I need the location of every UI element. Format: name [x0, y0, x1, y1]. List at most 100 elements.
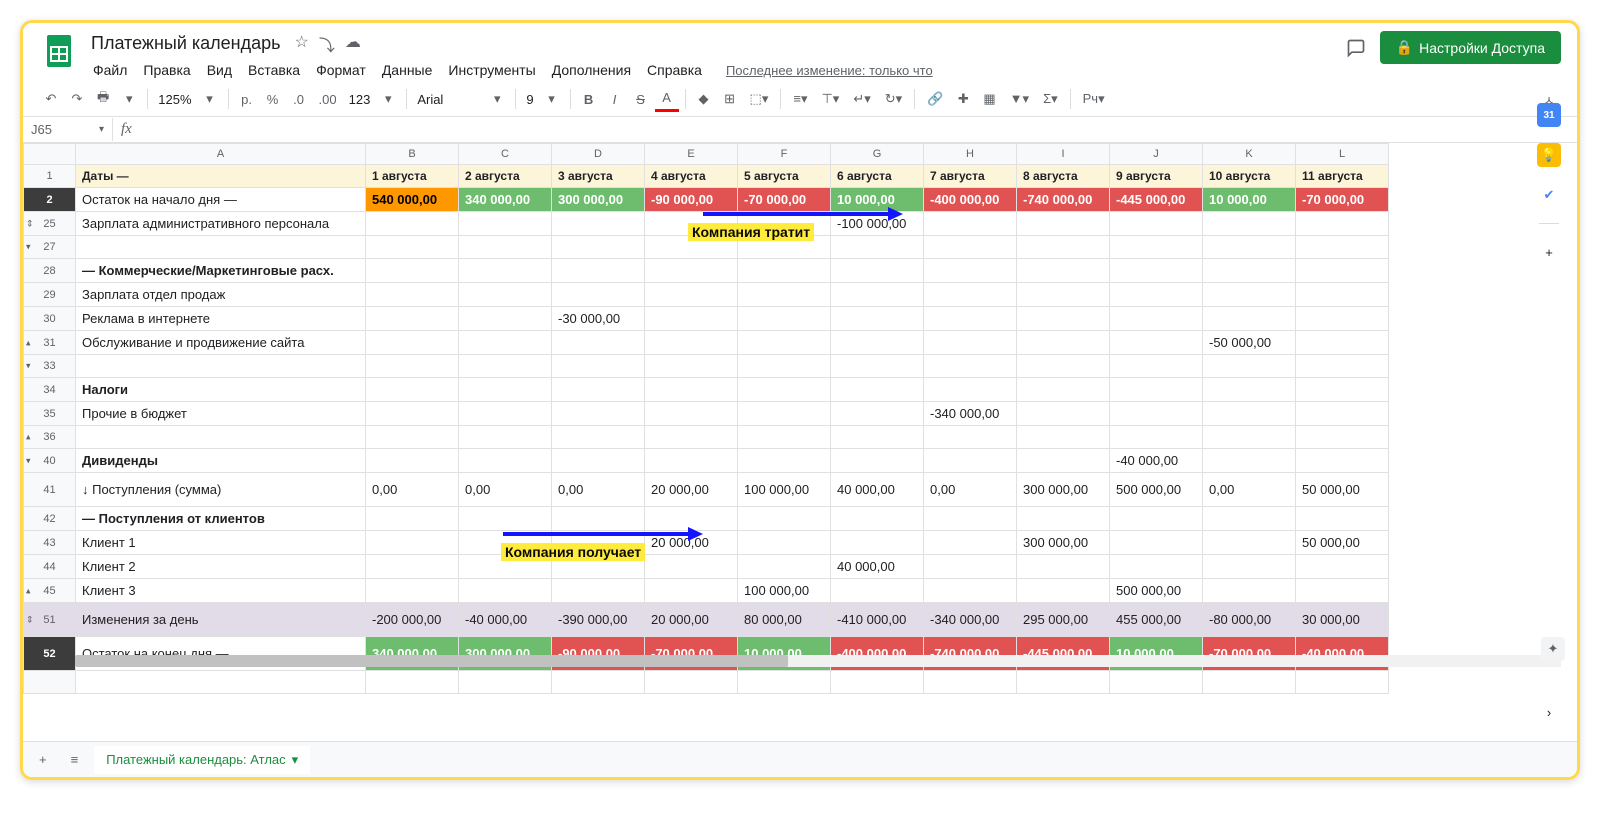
row-header[interactable]: 52	[24, 637, 76, 671]
cell[interactable]	[366, 449, 459, 473]
cell[interactable]	[831, 402, 924, 426]
cell[interactable]	[924, 283, 1017, 307]
functions-button[interactable]: Σ▾	[1037, 86, 1064, 112]
row-header[interactable]	[24, 671, 76, 694]
row-label[interactable]: Клиент 2	[76, 555, 366, 579]
cell[interactable]: 11 августа	[1296, 165, 1389, 188]
tasks-icon[interactable]: ✔	[1537, 183, 1561, 207]
cell[interactable]: -740 000,00	[1017, 188, 1110, 212]
cell[interactable]: 20 000,00	[645, 473, 738, 507]
cell[interactable]	[924, 236, 1017, 259]
cell[interactable]	[1110, 531, 1203, 555]
cell[interactable]	[1110, 426, 1203, 449]
cell[interactable]: -445 000,00	[1110, 188, 1203, 212]
row-label[interactable]: Зарплата административного персонала	[76, 212, 366, 236]
cell[interactable]: 300 000,00	[1017, 473, 1110, 507]
keep-icon[interactable]: 💡	[1537, 143, 1561, 167]
row-label[interactable]: Зарплата отдел продаж	[76, 283, 366, 307]
menu-help[interactable]: Справка	[641, 58, 708, 82]
cell[interactable]	[1017, 236, 1110, 259]
comments-icon[interactable]	[1344, 36, 1368, 60]
cell[interactable]: 40 000,00	[831, 473, 924, 507]
row-label[interactable]: — Поступления от клиентов	[76, 507, 366, 531]
cell[interactable]	[552, 531, 645, 555]
cell[interactable]	[738, 355, 831, 378]
fill-color-button[interactable]: ◆	[692, 86, 716, 112]
col-header[interactable]: C	[459, 144, 552, 165]
cell[interactable]	[924, 555, 1017, 579]
row-label[interactable]: ↓ Поступления (сумма)	[76, 473, 366, 507]
rotate-button[interactable]: ↻▾	[879, 86, 908, 112]
cell[interactable]	[1203, 449, 1296, 473]
cell[interactable]	[831, 378, 924, 402]
col-header[interactable]: K	[1203, 144, 1296, 165]
cell[interactable]: 40 000,00	[831, 555, 924, 579]
cell[interactable]	[924, 378, 1017, 402]
cell[interactable]: 295 000,00	[1017, 603, 1110, 637]
row-header[interactable]: 1	[24, 165, 76, 188]
cell[interactable]: 340 000,00	[459, 188, 552, 212]
cell[interactable]	[459, 449, 552, 473]
cell[interactable]	[459, 355, 552, 378]
cell[interactable]	[738, 555, 831, 579]
cell[interactable]	[1017, 449, 1110, 473]
cell[interactable]	[738, 259, 831, 283]
horizontal-scrollbar[interactable]	[75, 655, 1561, 667]
col-header[interactable]	[24, 144, 76, 165]
cell[interactable]: 0,00	[1203, 473, 1296, 507]
cell[interactable]	[1017, 355, 1110, 378]
cell[interactable]	[1296, 507, 1389, 531]
cell[interactable]	[459, 307, 552, 331]
cell[interactable]	[1203, 671, 1296, 694]
cell[interactable]: 500 000,00	[1110, 579, 1203, 603]
cell[interactable]	[924, 331, 1017, 355]
row-label[interactable]	[76, 355, 366, 378]
menu-data[interactable]: Данные	[376, 58, 439, 82]
cell[interactable]: 4 августа	[645, 165, 738, 188]
cell[interactable]: -340 000,00	[924, 603, 1017, 637]
cell[interactable]	[366, 579, 459, 603]
cell[interactable]	[924, 449, 1017, 473]
menu-file[interactable]: Файл	[87, 58, 133, 82]
row-label[interactable]: Изменения за день	[76, 603, 366, 637]
cell[interactable]	[1296, 378, 1389, 402]
cell[interactable]	[1017, 507, 1110, 531]
size-dd[interactable]: ▾	[540, 86, 564, 112]
cell[interactable]	[459, 378, 552, 402]
cell[interactable]	[459, 507, 552, 531]
cell[interactable]: 100 000,00	[738, 579, 831, 603]
comment-button[interactable]: ✚	[951, 86, 975, 112]
currency-button[interactable]: р.	[235, 86, 259, 112]
cell[interactable]	[924, 671, 1017, 694]
menu-insert[interactable]: Вставка	[242, 58, 306, 82]
paint-format-button[interactable]: ▾	[117, 86, 141, 112]
cell[interactable]	[366, 355, 459, 378]
cell[interactable]	[645, 671, 738, 694]
cell[interactable]	[1203, 283, 1296, 307]
row-header[interactable]: 34	[24, 378, 76, 402]
cell[interactable]	[738, 283, 831, 307]
row-header[interactable]: ▾40	[24, 449, 76, 473]
cell[interactable]: 0,00	[552, 473, 645, 507]
menu-tools[interactable]: Инструменты	[442, 58, 541, 82]
cell[interactable]	[1203, 236, 1296, 259]
cell[interactable]	[738, 212, 831, 236]
cell[interactable]	[552, 402, 645, 426]
cell[interactable]	[831, 671, 924, 694]
cell[interactable]: 10 августа	[1203, 165, 1296, 188]
cell[interactable]: 455 000,00	[1110, 603, 1203, 637]
cell[interactable]	[645, 449, 738, 473]
cell[interactable]	[552, 671, 645, 694]
cell[interactable]	[459, 402, 552, 426]
cell[interactable]	[1110, 236, 1203, 259]
col-header[interactable]: F	[738, 144, 831, 165]
cell[interactable]	[366, 402, 459, 426]
sheet-tab-active[interactable]: Платежный календарь: Атлас ▾	[94, 746, 310, 774]
cell[interactable]: 20 000,00	[645, 531, 738, 555]
cell[interactable]	[1017, 283, 1110, 307]
cell[interactable]: -200 000,00	[366, 603, 459, 637]
cell[interactable]	[645, 426, 738, 449]
row-header[interactable]: 43	[24, 531, 76, 555]
cell[interactable]	[1017, 378, 1110, 402]
cell[interactable]	[738, 449, 831, 473]
